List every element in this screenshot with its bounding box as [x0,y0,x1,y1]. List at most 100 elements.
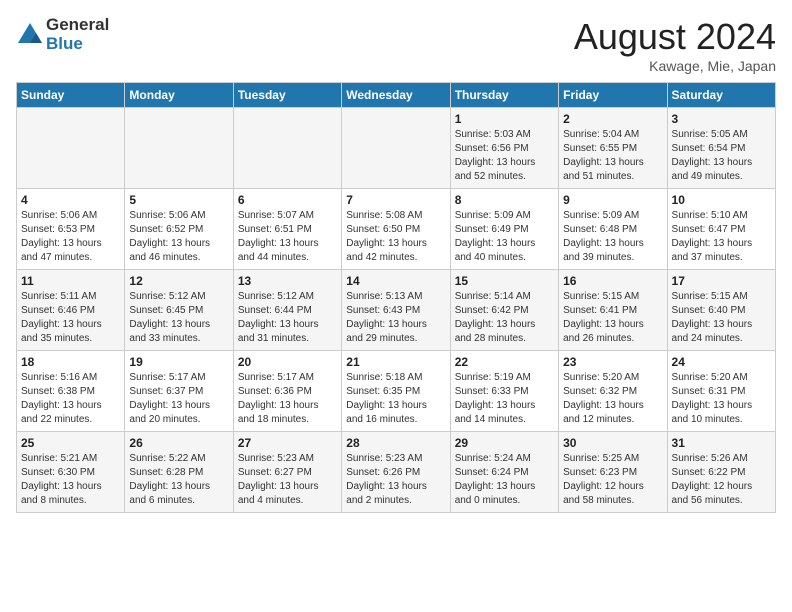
day-number: 23 [563,355,662,369]
calendar-cell: 22 Sunrise: 5:19 AM Sunset: 6:33 PM Dayli… [450,351,558,432]
calendar-cell: 13 Sunrise: 5:12 AM Sunset: 6:44 PM Dayli… [233,270,341,351]
calendar-cell [342,108,450,189]
calendar-cell: 23 Sunrise: 5:20 AM Sunset: 6:32 PM Dayli… [559,351,667,432]
day-info: Sunrise: 5:04 AM Sunset: 6:55 PM Dayligh… [563,128,662,184]
day-number: 12 [129,274,228,288]
calendar-cell: 31 Sunrise: 5:26 AM Sunset: 6:22 PM Dayli… [667,432,775,513]
day-info: Sunrise: 5:18 AM Sunset: 6:35 PM Dayligh… [346,371,445,427]
day-number: 24 [672,355,771,369]
calendar-cell: 10 Sunrise: 5:10 AM Sunset: 6:47 PM Dayli… [667,189,775,270]
day-info: Sunrise: 5:03 AM Sunset: 6:56 PM Dayligh… [455,128,554,184]
day-info: Sunrise: 5:15 AM Sunset: 6:41 PM Dayligh… [563,290,662,346]
day-number: 22 [455,355,554,369]
day-number: 4 [21,193,120,207]
calendar-cell: 24 Sunrise: 5:20 AM Sunset: 6:31 PM Dayli… [667,351,775,432]
day-number: 10 [672,193,771,207]
logo: General Blue [16,16,109,53]
day-info: Sunrise: 5:13 AM Sunset: 6:43 PM Dayligh… [346,290,445,346]
day-info: Sunrise: 5:23 AM Sunset: 6:26 PM Dayligh… [346,452,445,508]
calendar-cell: 28Sunrise: 5:23 AM Sunset: 6:26 PM Dayli… [342,432,450,513]
day-number: 26 [129,436,228,450]
header-monday: Monday [125,83,233,108]
day-number: 13 [238,274,337,288]
day-info: Sunrise: 5:21 AM Sunset: 6:30 PM Dayligh… [21,452,120,508]
day-number: 17 [672,274,771,288]
day-number: 29 [455,436,554,450]
header-tuesday: Tuesday [233,83,341,108]
day-info: Sunrise: 5:15 AM Sunset: 6:40 PM Dayligh… [672,290,771,346]
day-info: Sunrise: 5:10 AM Sunset: 6:47 PM Dayligh… [672,209,771,265]
day-number: 16 [563,274,662,288]
calendar-cell: 5 Sunrise: 5:06 AM Sunset: 6:52 PM Daylig… [125,189,233,270]
header-friday: Friday [559,83,667,108]
day-number: 15 [455,274,554,288]
calendar-week-row: 18 Sunrise: 5:16 AM Sunset: 6:38 PM Dayli… [17,351,776,432]
day-info: Sunrise: 5:16 AM Sunset: 6:38 PM Dayligh… [21,371,120,427]
day-number: 6 [238,193,337,207]
header-saturday: Saturday [667,83,775,108]
calendar-cell: 17 Sunrise: 5:15 AM Sunset: 6:40 PM Dayli… [667,270,775,351]
calendar-header-row: SundayMondayTuesdayWednesdayThursdayFrid… [17,83,776,108]
day-info: Sunrise: 5:06 AM Sunset: 6:52 PM Dayligh… [129,209,228,265]
day-info: Sunrise: 5:17 AM Sunset: 6:36 PM Dayligh… [238,371,337,427]
day-number: 30 [563,436,662,450]
calendar-cell: 26 Sunrise: 5:22 AM Sunset: 6:28 PM Dayli… [125,432,233,513]
calendar-cell: 9Sunrise: 5:09 AM Sunset: 6:48 PM Daylig… [559,189,667,270]
day-number: 20 [238,355,337,369]
calendar-week-row: 4Sunrise: 5:06 AM Sunset: 6:53 PM Daylig… [17,189,776,270]
header-sunday: Sunday [17,83,125,108]
calendar-cell: 14Sunrise: 5:13 AM Sunset: 6:43 PM Dayli… [342,270,450,351]
day-number: 27 [238,436,337,450]
calendar-cell: 7 Sunrise: 5:08 AM Sunset: 6:50 PM Daylig… [342,189,450,270]
header-wednesday: Wednesday [342,83,450,108]
day-number: 25 [21,436,120,450]
calendar-cell: 30 Sunrise: 5:25 AM Sunset: 6:23 PM Dayli… [559,432,667,513]
month-title: August 2024 [574,16,776,58]
calendar-table: SundayMondayTuesdayWednesdayThursdayFrid… [16,82,776,513]
day-info: Sunrise: 5:09 AM Sunset: 6:48 PM Dayligh… [563,209,662,265]
day-info: Sunrise: 5:17 AM Sunset: 6:37 PM Dayligh… [129,371,228,427]
day-info: Sunrise: 5:26 AM Sunset: 6:22 PM Dayligh… [672,452,771,508]
day-number: 8 [455,193,554,207]
day-info: Sunrise: 5:19 AM Sunset: 6:33 PM Dayligh… [455,371,554,427]
calendar-cell: 16 Sunrise: 5:15 AM Sunset: 6:41 PM Dayli… [559,270,667,351]
day-info: Sunrise: 5:22 AM Sunset: 6:28 PM Dayligh… [129,452,228,508]
day-number: 19 [129,355,228,369]
calendar-cell: 12Sunrise: 5:12 AM Sunset: 6:45 PM Dayli… [125,270,233,351]
calendar-cell: 3 Sunrise: 5:05 AM Sunset: 6:54 PM Daylig… [667,108,775,189]
location: Kawage, Mie, Japan [574,58,776,74]
day-number: 11 [21,274,120,288]
calendar-cell: 6 Sunrise: 5:07 AM Sunset: 6:51 PM Daylig… [233,189,341,270]
day-number: 1 [455,112,554,126]
day-info: Sunrise: 5:24 AM Sunset: 6:24 PM Dayligh… [455,452,554,508]
calendar-week-row: 11Sunrise: 5:11 AM Sunset: 6:46 PM Dayli… [17,270,776,351]
title-block: August 2024 Kawage, Mie, Japan [574,16,776,74]
calendar-cell: 4Sunrise: 5:06 AM Sunset: 6:53 PM Daylig… [17,189,125,270]
day-number: 31 [672,436,771,450]
day-number: 7 [346,193,445,207]
calendar-cell: 20 Sunrise: 5:17 AM Sunset: 6:36 PM Dayli… [233,351,341,432]
day-info: Sunrise: 5:08 AM Sunset: 6:50 PM Dayligh… [346,209,445,265]
day-info: Sunrise: 5:25 AM Sunset: 6:23 PM Dayligh… [563,452,662,508]
day-number: 18 [21,355,120,369]
header-thursday: Thursday [450,83,558,108]
page-header: General Blue August 2024 Kawage, Mie, Ja… [16,16,776,74]
day-number: 2 [563,112,662,126]
calendar-cell: 2 Sunrise: 5:04 AM Sunset: 6:55 PM Daylig… [559,108,667,189]
day-number: 21 [346,355,445,369]
calendar-cell [125,108,233,189]
day-info: Sunrise: 5:14 AM Sunset: 6:42 PM Dayligh… [455,290,554,346]
calendar-cell: 21 Sunrise: 5:18 AM Sunset: 6:35 PM Dayli… [342,351,450,432]
logo-text: General Blue [46,16,109,53]
day-number: 5 [129,193,228,207]
logo-blue: Blue [46,34,83,53]
calendar-cell: 19 Sunrise: 5:17 AM Sunset: 6:37 PM Dayli… [125,351,233,432]
day-number: 3 [672,112,771,126]
calendar-cell [17,108,125,189]
day-info: Sunrise: 5:12 AM Sunset: 6:44 PM Dayligh… [238,290,337,346]
day-info: Sunrise: 5:20 AM Sunset: 6:32 PM Dayligh… [563,371,662,427]
day-info: Sunrise: 5:05 AM Sunset: 6:54 PM Dayligh… [672,128,771,184]
calendar-cell: 1 Sunrise: 5:03 AM Sunset: 6:56 PM Daylig… [450,108,558,189]
day-info: Sunrise: 5:20 AM Sunset: 6:31 PM Dayligh… [672,371,771,427]
day-info: Sunrise: 5:07 AM Sunset: 6:51 PM Dayligh… [238,209,337,265]
